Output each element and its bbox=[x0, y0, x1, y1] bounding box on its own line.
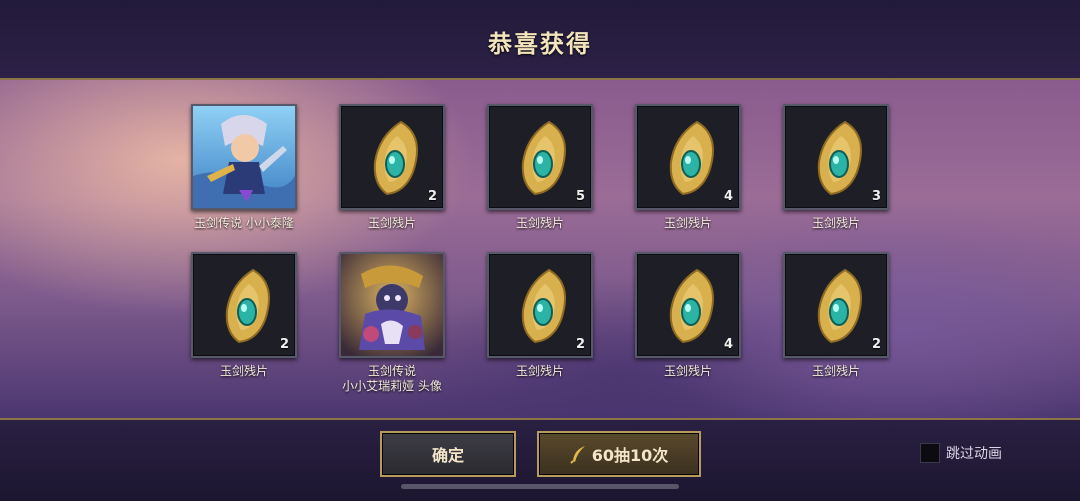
item-count: 5 bbox=[575, 189, 585, 204]
reward-item-2[interactable]: 2 玉剑残片 bbox=[339, 104, 445, 231]
reward-label: 玉剑残片 bbox=[367, 216, 416, 230]
item-count: 3 bbox=[871, 189, 881, 204]
scrollbar[interactable] bbox=[401, 484, 679, 489]
reward-label: 玉剑传说 小小艾瑞莉娅 头像 bbox=[339, 364, 445, 394]
reward-frame: 5 bbox=[487, 104, 593, 210]
item-count: 4 bbox=[723, 337, 733, 352]
item-count: 2 bbox=[427, 189, 437, 204]
item-count: 4 bbox=[723, 189, 733, 204]
reward-label: 玉剑传说 小小泰隆 bbox=[194, 216, 294, 230]
skip-animation-label: 跳过动画 bbox=[946, 446, 1002, 462]
reward-frame: 2 bbox=[191, 252, 297, 358]
reward-label: 玉剑残片 bbox=[663, 216, 712, 230]
reward-item-1[interactable]: 玉剑传说 小小泰隆 bbox=[191, 104, 297, 231]
reward-item-8[interactable]: 2 玉剑残片 bbox=[487, 252, 593, 379]
pull-button-label: 60抽10次 bbox=[591, 446, 669, 465]
reward-item-10[interactable]: 2 玉剑残片 bbox=[783, 252, 889, 379]
feather-icon bbox=[570, 446, 585, 464]
reward-label: 玉剑残片 bbox=[811, 364, 860, 378]
rewards-panel: 玉剑传说 小小泰隆 2 玉剑残片 5 玉剑残片 4 玉剑残片 3 玉剑残片 2 … bbox=[0, 80, 1080, 418]
reward-label: 玉剑残片 bbox=[663, 364, 712, 378]
reward-frame bbox=[339, 252, 445, 358]
reward-frame: 4 bbox=[635, 252, 741, 358]
reward-item-6[interactable]: 2 玉剑残片 bbox=[191, 252, 297, 379]
reward-label: 玉剑残片 bbox=[515, 364, 564, 378]
skip-animation-toggle[interactable]: 跳过动画 bbox=[920, 443, 1002, 463]
reward-item-7[interactable]: 玉剑传说 小小艾瑞莉娅 头像 bbox=[339, 252, 445, 394]
reward-item-3[interactable]: 5 玉剑残片 bbox=[487, 104, 593, 231]
header-bar: 恭喜获得 bbox=[0, 0, 1080, 80]
reward-frame: 3 bbox=[783, 104, 889, 210]
reward-label-line1: 玉剑传说 bbox=[367, 364, 416, 378]
reward-frame: 2 bbox=[783, 252, 889, 358]
reward-label: 玉剑残片 bbox=[219, 364, 268, 378]
confirm-button[interactable]: 确定 bbox=[380, 431, 516, 477]
reward-frame: 2 bbox=[339, 104, 445, 210]
reward-frame: 4 bbox=[635, 104, 741, 210]
reward-frame: 2 bbox=[487, 252, 593, 358]
page-title: 恭喜获得 bbox=[488, 30, 592, 58]
item-count: 2 bbox=[575, 337, 585, 352]
reward-item-4[interactable]: 4 玉剑残片 bbox=[635, 104, 741, 231]
reward-label-line2: 小小艾瑞莉娅 头像 bbox=[342, 379, 442, 393]
pull-ten-button[interactable]: 60抽10次 bbox=[537, 431, 701, 477]
chibi-hero-portrait bbox=[193, 106, 295, 208]
reward-frame bbox=[191, 104, 297, 210]
reward-item-9[interactable]: 4 玉剑残片 bbox=[635, 252, 741, 379]
reward-item-5[interactable]: 3 玉剑残片 bbox=[783, 104, 889, 231]
item-count: 2 bbox=[279, 337, 289, 352]
avatar-portrait bbox=[341, 254, 443, 356]
reward-label: 玉剑残片 bbox=[811, 216, 860, 230]
skip-animation-checkbox[interactable] bbox=[920, 443, 940, 463]
item-count: 2 bbox=[871, 337, 881, 352]
reward-label: 玉剑残片 bbox=[515, 216, 564, 230]
confirm-button-label: 确定 bbox=[431, 446, 464, 465]
